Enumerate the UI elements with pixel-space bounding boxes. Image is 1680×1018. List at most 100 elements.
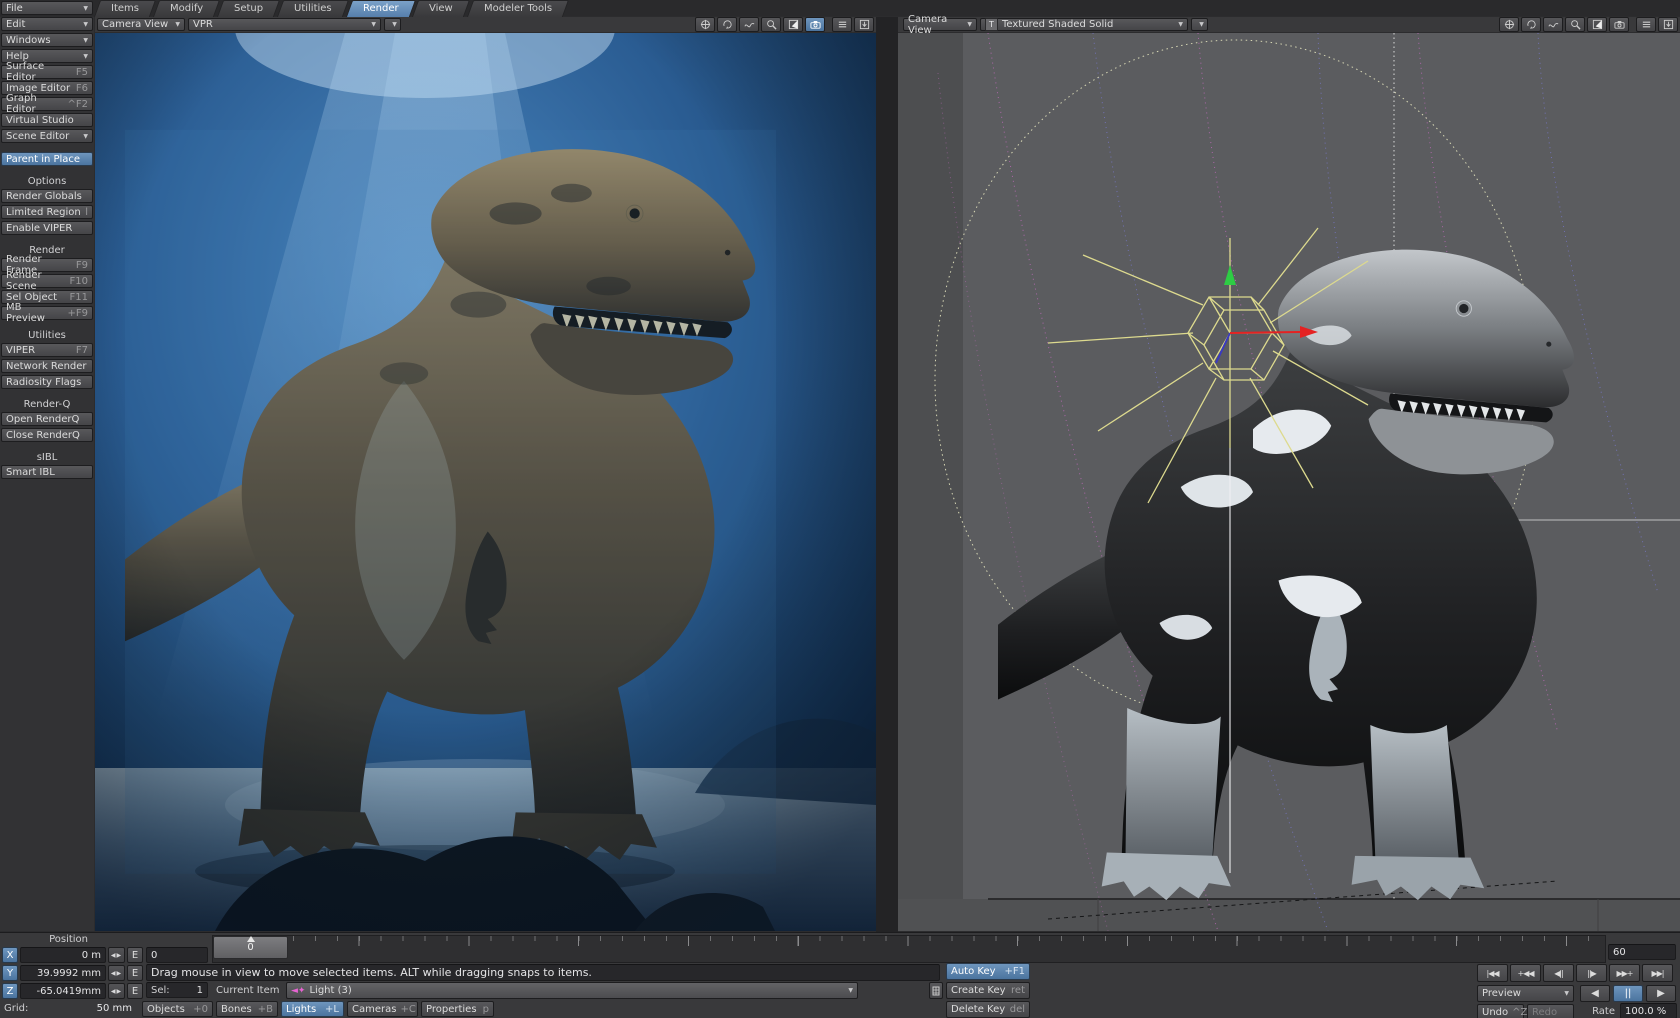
transport-button[interactable]: ▶▶|	[1642, 964, 1673, 982]
chevron-down-icon: ▼	[79, 37, 88, 44]
zoom-tool-icon[interactable]	[1565, 17, 1585, 32]
sidebar-item[interactable]: Network Render	[1, 359, 93, 373]
chevron-down-icon: ▼	[79, 53, 88, 60]
x-axis-button[interactable]: X	[2, 947, 18, 963]
menu-list-icon[interactable]	[832, 17, 852, 32]
create-key-button[interactable]: Create Keyret	[946, 982, 1030, 999]
sidebar-item[interactable]: Render Scene F10	[1, 274, 93, 288]
lights-button[interactable]: Lights+L	[281, 1001, 344, 1017]
sidebar-item[interactable]: Parent in Place	[1, 152, 93, 166]
pause-button[interactable]: ||	[1613, 985, 1643, 1002]
zoom-tool-icon[interactable]	[761, 17, 781, 32]
menu-list-icon[interactable]	[1636, 17, 1656, 32]
view-type-dropdown[interactable]: Camera View▼	[97, 18, 185, 31]
camera-icon[interactable]	[805, 17, 825, 32]
main-tab[interactable]: Render	[346, 0, 416, 17]
transport-button[interactable]: +◀◀	[1510, 964, 1541, 982]
transport-button[interactable]: ||▶	[1576, 964, 1607, 982]
z-envelope-button[interactable]: E	[127, 983, 143, 999]
file-menu-button[interactable]: File ▼	[1, 1, 93, 15]
view-type-dropdown[interactable]: Camera View▼	[903, 18, 977, 31]
main-tab[interactable]: Setup	[217, 0, 280, 17]
end-frame-field[interactable]: 60	[1608, 944, 1676, 960]
main-tab[interactable]: Modify	[153, 0, 220, 17]
left-viewport-vpr-render[interactable]	[95, 33, 876, 931]
dopesheet-toggle-button[interactable]	[929, 982, 943, 999]
x-envelope-button[interactable]: E	[127, 947, 143, 963]
properties-button[interactable]: Propertiesp	[421, 1001, 494, 1017]
z-axis-button[interactable]: Z	[2, 983, 18, 999]
sidebar-item[interactable]: Scene Editor ▼	[1, 129, 93, 143]
x-spinner[interactable]: ◀▶	[108, 947, 125, 963]
redo-button[interactable]: Redo	[1527, 1004, 1574, 1018]
current-item-dropdown[interactable]: ◄✦ Light (3) ▼	[286, 982, 858, 999]
sidebar-section-header: Utilities	[1, 329, 93, 341]
pan-tool-icon[interactable]	[1543, 17, 1563, 32]
timeline-frame-handle[interactable]: 0	[213, 936, 288, 959]
undo-button[interactable]: Undo^Z	[1477, 1004, 1524, 1018]
sidebar-item[interactable]: Limited Region l	[1, 205, 93, 219]
chevron-down-icon: ▼	[1174, 21, 1183, 28]
sidebar-item[interactable]: Close RenderQ	[1, 428, 93, 442]
sidebar-item[interactable]: Edit ▼	[1, 17, 93, 31]
current-frame-field[interactable]: 0	[146, 947, 208, 963]
transport-button[interactable]: |◀◀	[1477, 964, 1508, 982]
snapshot-icon[interactable]	[854, 17, 874, 32]
sidebar-item[interactable]: Open RenderQ	[1, 412, 93, 426]
sidebar-item[interactable]: MB Preview +F9	[1, 306, 93, 320]
camera-icon[interactable]	[1609, 17, 1629, 32]
sidebar-item[interactable]: Smart IBL	[1, 465, 93, 479]
rate-field[interactable]: 100.0 %	[1620, 1003, 1677, 1018]
sidebar-item[interactable]: Surface Editor F5	[1, 65, 93, 79]
render-mode-dropdown[interactable]: VPR▼	[188, 18, 381, 31]
y-position-field[interactable]: 39.9992 mm	[20, 965, 106, 981]
delete-key-button[interactable]: Delete Keydel	[946, 1001, 1030, 1018]
chevron-down-icon: ▼	[1195, 21, 1204, 28]
play-button[interactable]: ▶	[1646, 985, 1676, 1002]
sidebar-gap	[0, 168, 94, 175]
sidebar-item[interactable]: Enable VIPER	[1, 221, 93, 235]
timeline-ruler[interactable]	[212, 935, 1606, 963]
sidebar-item[interactable]: Render Globals	[1, 189, 93, 203]
y-axis-button[interactable]: Y	[2, 965, 18, 981]
main-tab[interactable]: Utilities	[277, 0, 349, 17]
main-tab[interactable]: Modeler Tools	[467, 0, 569, 17]
sidebar-item[interactable]: Radiosity Flags	[1, 375, 93, 389]
play-reverse-button[interactable]: ◀	[1580, 985, 1610, 1002]
viewport-options-dropdown[interactable]: ▼	[384, 18, 401, 31]
chevron-down-icon: ▼	[1560, 990, 1569, 997]
main-tab[interactable]: Items	[94, 0, 156, 17]
viewport-divider[interactable]	[876, 17, 898, 932]
y-envelope-button[interactable]: E	[127, 965, 143, 981]
cameras-button[interactable]: Cameras+C	[347, 1001, 418, 1017]
rotate-tool-icon[interactable]	[1521, 17, 1541, 32]
viewport-options-dropdown[interactable]: ▼	[1191, 18, 1208, 31]
sidebar-item[interactable]: Windows ▼	[1, 33, 93, 47]
move-tool-icon[interactable]	[1499, 17, 1519, 32]
transport-button[interactable]: ◀||	[1543, 964, 1574, 982]
expand-viewport-icon[interactable]	[1587, 17, 1607, 32]
right-viewport-opengl[interactable]	[898, 33, 1680, 931]
x-position-field[interactable]: 0 m	[20, 947, 106, 963]
preview-dropdown[interactable]: Preview▼	[1477, 985, 1574, 1002]
bones-button[interactable]: Bones+B	[216, 1001, 278, 1017]
auto-key-button[interactable]: Auto Key+F1	[946, 963, 1030, 980]
selection-count-field[interactable]: Sel: 1	[146, 982, 208, 998]
pan-tool-icon[interactable]	[739, 17, 759, 32]
objects-button[interactable]: Objects+0	[142, 1001, 213, 1017]
move-tool-icon[interactable]	[695, 17, 715, 32]
expand-viewport-icon[interactable]	[783, 17, 803, 32]
sidebar-item[interactable]: Graph Editor ^F2	[1, 97, 93, 111]
transport-button[interactable]: ▶▶+	[1609, 964, 1640, 982]
sidebar-item[interactable]: VIPER F7	[1, 343, 93, 357]
z-spinner[interactable]: ◀▶	[108, 983, 125, 999]
snapshot-icon[interactable]	[1658, 17, 1678, 32]
z-position-field[interactable]: -65.0419mm	[20, 983, 106, 999]
y-spinner[interactable]: ◀▶	[108, 965, 125, 981]
sidebar-item[interactable]: Virtual Studio	[1, 113, 93, 127]
main-tab[interactable]: View	[412, 0, 470, 17]
texture-mode-icon: T	[985, 18, 998, 31]
render-mode-dropdown[interactable]: T Textured Shaded Solid▼	[980, 18, 1188, 31]
rotate-tool-icon[interactable]	[717, 17, 737, 32]
chevron-down-icon: ▼	[367, 21, 376, 28]
